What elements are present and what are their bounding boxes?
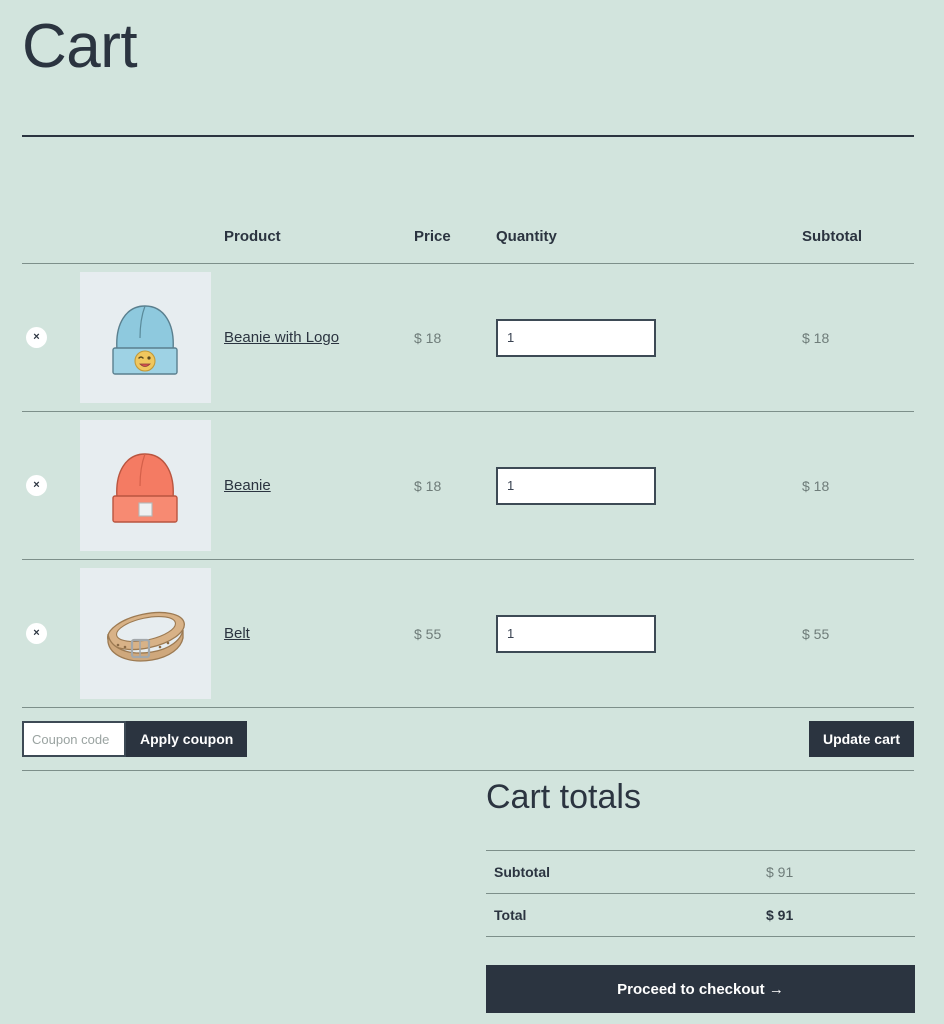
table-row: × Beanie $ 18 1 $ 18 xyxy=(22,411,914,560)
cart-items-table: Product Price Quantity Subtotal × Beanie… xyxy=(22,228,914,771)
column-header-product: Product xyxy=(224,228,414,264)
totals-label-total: Total xyxy=(486,893,766,937)
title-divider xyxy=(22,135,914,137)
thumbnail-cell xyxy=(80,263,224,412)
cart-totals-title: Cart totals xyxy=(486,778,641,816)
table-header-row: Product Price Quantity Subtotal xyxy=(22,228,914,264)
quantity-input[interactable] xyxy=(496,614,656,653)
product-price: $ 55 xyxy=(414,559,496,708)
quantity-cell xyxy=(496,559,802,708)
product-subtotal: $ 55 xyxy=(802,559,914,708)
product-link[interactable]: Beanie with Logo xyxy=(224,329,339,346)
product-name-cell: Beanie xyxy=(224,411,414,560)
product-name-cell: Beanie with Logo xyxy=(224,263,414,412)
column-header-remove xyxy=(22,228,80,264)
thumbnail-cell xyxy=(80,559,224,708)
column-header-price: Price xyxy=(414,228,496,264)
product-subtotal: $ 18 xyxy=(802,263,914,412)
page-title: Cart xyxy=(22,12,138,81)
product-subtotal: $ 18 xyxy=(802,411,914,560)
update-cart-button[interactable]: Update cart xyxy=(808,721,914,757)
remove-item-button[interactable]: × xyxy=(26,623,47,644)
remove-item-button[interactable]: × xyxy=(26,475,47,496)
totals-row-subtotal: Subtotal $ 91 xyxy=(486,850,915,894)
proceed-to-checkout-button[interactable]: Proceed to checkout → xyxy=(486,965,915,1013)
product-price: $ 18 xyxy=(414,263,496,412)
product-link[interactable]: Beanie xyxy=(224,477,271,494)
totals-label-subtotal: Subtotal xyxy=(486,850,766,894)
remove-item-button[interactable]: × xyxy=(26,327,47,348)
cart-totals-section: Cart totals Subtotal $ 91 Total $ 91 Pro… xyxy=(486,780,915,1013)
apply-coupon-button[interactable]: Apply coupon xyxy=(126,721,248,757)
product-link[interactable]: Belt xyxy=(224,625,250,642)
totals-value-subtotal: $ 91 xyxy=(766,850,915,894)
column-header-quantity: Quantity xyxy=(496,228,802,264)
thumbnail-cell xyxy=(80,411,224,560)
remove-cell: × xyxy=(22,263,80,412)
cart-page: Cart Product Price Quantity Subtotal × B… xyxy=(0,0,944,1024)
product-price: $ 18 xyxy=(414,411,496,560)
quantity-cell xyxy=(496,263,802,412)
coupon-code-input[interactable] xyxy=(22,721,126,757)
quantity-input[interactable] xyxy=(496,466,656,505)
coupon-cell: Apply coupon xyxy=(22,707,496,771)
column-header-thumbnail xyxy=(80,228,224,264)
cart-totals-table: Subtotal $ 91 Total $ 91 xyxy=(486,850,915,937)
quantity-cell xyxy=(496,411,802,560)
remove-cell: × xyxy=(22,411,80,560)
quantity-input[interactable] xyxy=(496,318,656,357)
product-thumbnail-beanie[interactable] xyxy=(80,420,211,551)
table-row: × xyxy=(22,559,914,708)
totals-value-total: $ 91 xyxy=(766,893,915,937)
cart-actions-row: Apply coupon Update cart xyxy=(22,707,914,771)
product-name-cell: Belt xyxy=(224,559,414,708)
column-header-subtotal: Subtotal xyxy=(802,228,914,264)
product-thumbnail-beanie-with-logo[interactable] xyxy=(80,272,211,403)
remove-cell: × xyxy=(22,559,80,708)
table-row: × xyxy=(22,263,914,412)
totals-row-total: Total $ 91 xyxy=(486,893,915,937)
update-cart-cell: Update cart xyxy=(496,707,914,771)
product-thumbnail-belt[interactable] xyxy=(80,568,211,699)
